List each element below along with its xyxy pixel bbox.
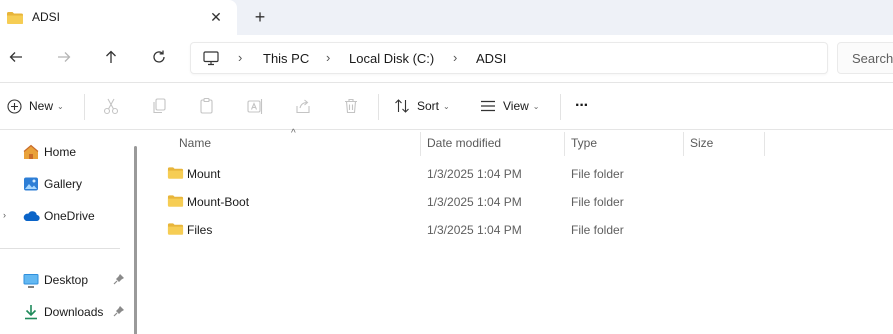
sidebar-item-onedrive[interactable]: › OneDrive bbox=[0, 204, 130, 228]
cut-icon[interactable] bbox=[102, 97, 120, 115]
file-type: File folder bbox=[571, 223, 624, 237]
arrow-up-icon bbox=[106, 50, 116, 63]
column-divider[interactable] bbox=[764, 132, 765, 156]
chevron-right-icon: › bbox=[238, 50, 243, 65]
trash-icon[interactable] bbox=[342, 97, 360, 115]
file-date: 1/3/2025 1:04 PM bbox=[427, 167, 522, 181]
sidebar-item-gallery[interactable]: Gallery bbox=[0, 172, 130, 196]
column-header-type[interactable]: Type bbox=[565, 130, 683, 156]
column-label: Size bbox=[690, 136, 714, 150]
forward-button[interactable] bbox=[54, 47, 74, 67]
arrow-right-icon bbox=[58, 52, 71, 62]
table-row[interactable]: Files 1/3/2025 1:04 PM File folder bbox=[146, 216, 893, 244]
pin-icon[interactable] bbox=[113, 273, 125, 285]
sort-icon bbox=[395, 99, 409, 113]
sidebar-item-home[interactable]: Home bbox=[0, 140, 130, 164]
file-name: Mount bbox=[187, 167, 221, 181]
sidebar-divider bbox=[0, 248, 120, 249]
file-name: Files bbox=[187, 223, 213, 237]
folder-icon bbox=[167, 194, 184, 211]
column-header-name[interactable]: Name bbox=[146, 130, 420, 156]
close-icon[interactable]: ✕ bbox=[208, 9, 224, 25]
monitor-icon bbox=[203, 51, 219, 69]
plus-circle-icon bbox=[7, 98, 22, 114]
download-icon bbox=[22, 303, 40, 321]
breadcrumb-local-disk[interactable]: Local Disk (C:) bbox=[349, 51, 434, 66]
chevron-right-icon: › bbox=[453, 50, 458, 65]
sidebar-item-label: Gallery bbox=[44, 177, 83, 191]
more-options-button[interactable]: ··· bbox=[575, 96, 589, 116]
column-label: Type bbox=[571, 136, 598, 150]
up-button[interactable] bbox=[101, 47, 121, 67]
separator bbox=[560, 94, 561, 120]
arrow-left-icon bbox=[9, 52, 22, 62]
navigation-bar: › This PC › Local Disk (C:) › ADSI Searc… bbox=[0, 35, 893, 82]
column-header-size[interactable]: Size bbox=[684, 130, 764, 156]
chevron-down-icon: ⌄ bbox=[443, 101, 450, 111]
sidebar-item-label: Home bbox=[44, 145, 77, 159]
cloud-icon bbox=[22, 207, 40, 225]
address-bar[interactable]: › This PC › Local Disk (C:) › ADSI bbox=[190, 42, 828, 74]
navigation-pane: Home Gallery › OneDrive Desktop Download… bbox=[0, 130, 140, 334]
gallery-icon bbox=[22, 175, 40, 193]
home-icon bbox=[22, 143, 40, 161]
folder-icon bbox=[6, 11, 24, 28]
refresh-icon bbox=[153, 50, 165, 63]
sidebar-scrollbar[interactable] bbox=[134, 146, 137, 334]
folder-icon bbox=[167, 166, 184, 183]
new-label: New bbox=[29, 99, 54, 113]
chevron-down-icon: ⌄ bbox=[57, 101, 64, 111]
back-button[interactable] bbox=[6, 47, 26, 67]
copy-icon[interactable] bbox=[150, 97, 168, 115]
chevron-right-icon: › bbox=[326, 50, 331, 65]
file-date: 1/3/2025 1:04 PM bbox=[427, 195, 522, 209]
pin-icon[interactable] bbox=[113, 305, 125, 317]
sidebar-item-label: OneDrive bbox=[44, 209, 95, 223]
view-icon bbox=[481, 100, 495, 112]
sidebar-item-desktop[interactable]: Desktop bbox=[0, 268, 130, 292]
chevron-down-icon: ⌄ bbox=[532, 101, 540, 111]
rename-icon[interactable] bbox=[246, 97, 264, 115]
breadcrumb-adsi[interactable]: ADSI bbox=[476, 51, 506, 66]
separator bbox=[378, 94, 379, 120]
column-label: Name bbox=[179, 136, 212, 150]
refresh-button[interactable] bbox=[149, 47, 169, 67]
chevron-right-icon[interactable]: › bbox=[3, 210, 6, 220]
column-header-date-modified[interactable]: Date modified bbox=[421, 130, 564, 156]
desktop-icon bbox=[22, 271, 40, 289]
sidebar-item-label: Desktop bbox=[44, 273, 89, 287]
file-name: Mount-Boot bbox=[187, 195, 250, 209]
file-list: ^ Name Date modified Type Size Mount 1/3… bbox=[146, 128, 893, 334]
view-button[interactable]: View ⌄ bbox=[480, 96, 540, 116]
tab-strip: ADSI ✕ + bbox=[0, 0, 893, 35]
separator bbox=[84, 94, 85, 120]
file-type: File folder bbox=[571, 167, 624, 181]
view-label: View bbox=[503, 99, 529, 113]
folder-icon bbox=[167, 222, 184, 239]
new-button[interactable]: New ⌄ bbox=[7, 96, 64, 116]
file-type: File folder bbox=[571, 195, 624, 209]
sort-button[interactable]: Sort ⌄ bbox=[394, 96, 450, 116]
command-bar: New ⌄ Sort ⌄ View ⌄ ··· bbox=[0, 83, 893, 129]
sidebar-item-label: Downloads bbox=[44, 305, 104, 319]
sidebar-item-downloads[interactable]: Downloads bbox=[0, 300, 130, 324]
tab-title: ADSI bbox=[32, 10, 61, 24]
paste-icon[interactable] bbox=[198, 97, 216, 115]
share-icon[interactable] bbox=[294, 97, 312, 115]
search-placeholder: Search bbox=[852, 51, 893, 66]
column-label: Date modified bbox=[427, 136, 502, 150]
sort-label: Sort bbox=[417, 99, 440, 113]
table-row[interactable]: Mount-Boot 1/3/2025 1:04 PM File folder bbox=[146, 188, 893, 216]
tab-adsi[interactable]: ADSI ✕ bbox=[0, 0, 237, 35]
file-date: 1/3/2025 1:04 PM bbox=[427, 223, 522, 237]
search-input[interactable]: Search bbox=[837, 42, 893, 74]
new-tab-button[interactable]: + bbox=[251, 8, 269, 26]
breadcrumb-this-pc[interactable]: This PC bbox=[263, 51, 309, 66]
table-row[interactable]: Mount 1/3/2025 1:04 PM File folder bbox=[146, 160, 893, 188]
